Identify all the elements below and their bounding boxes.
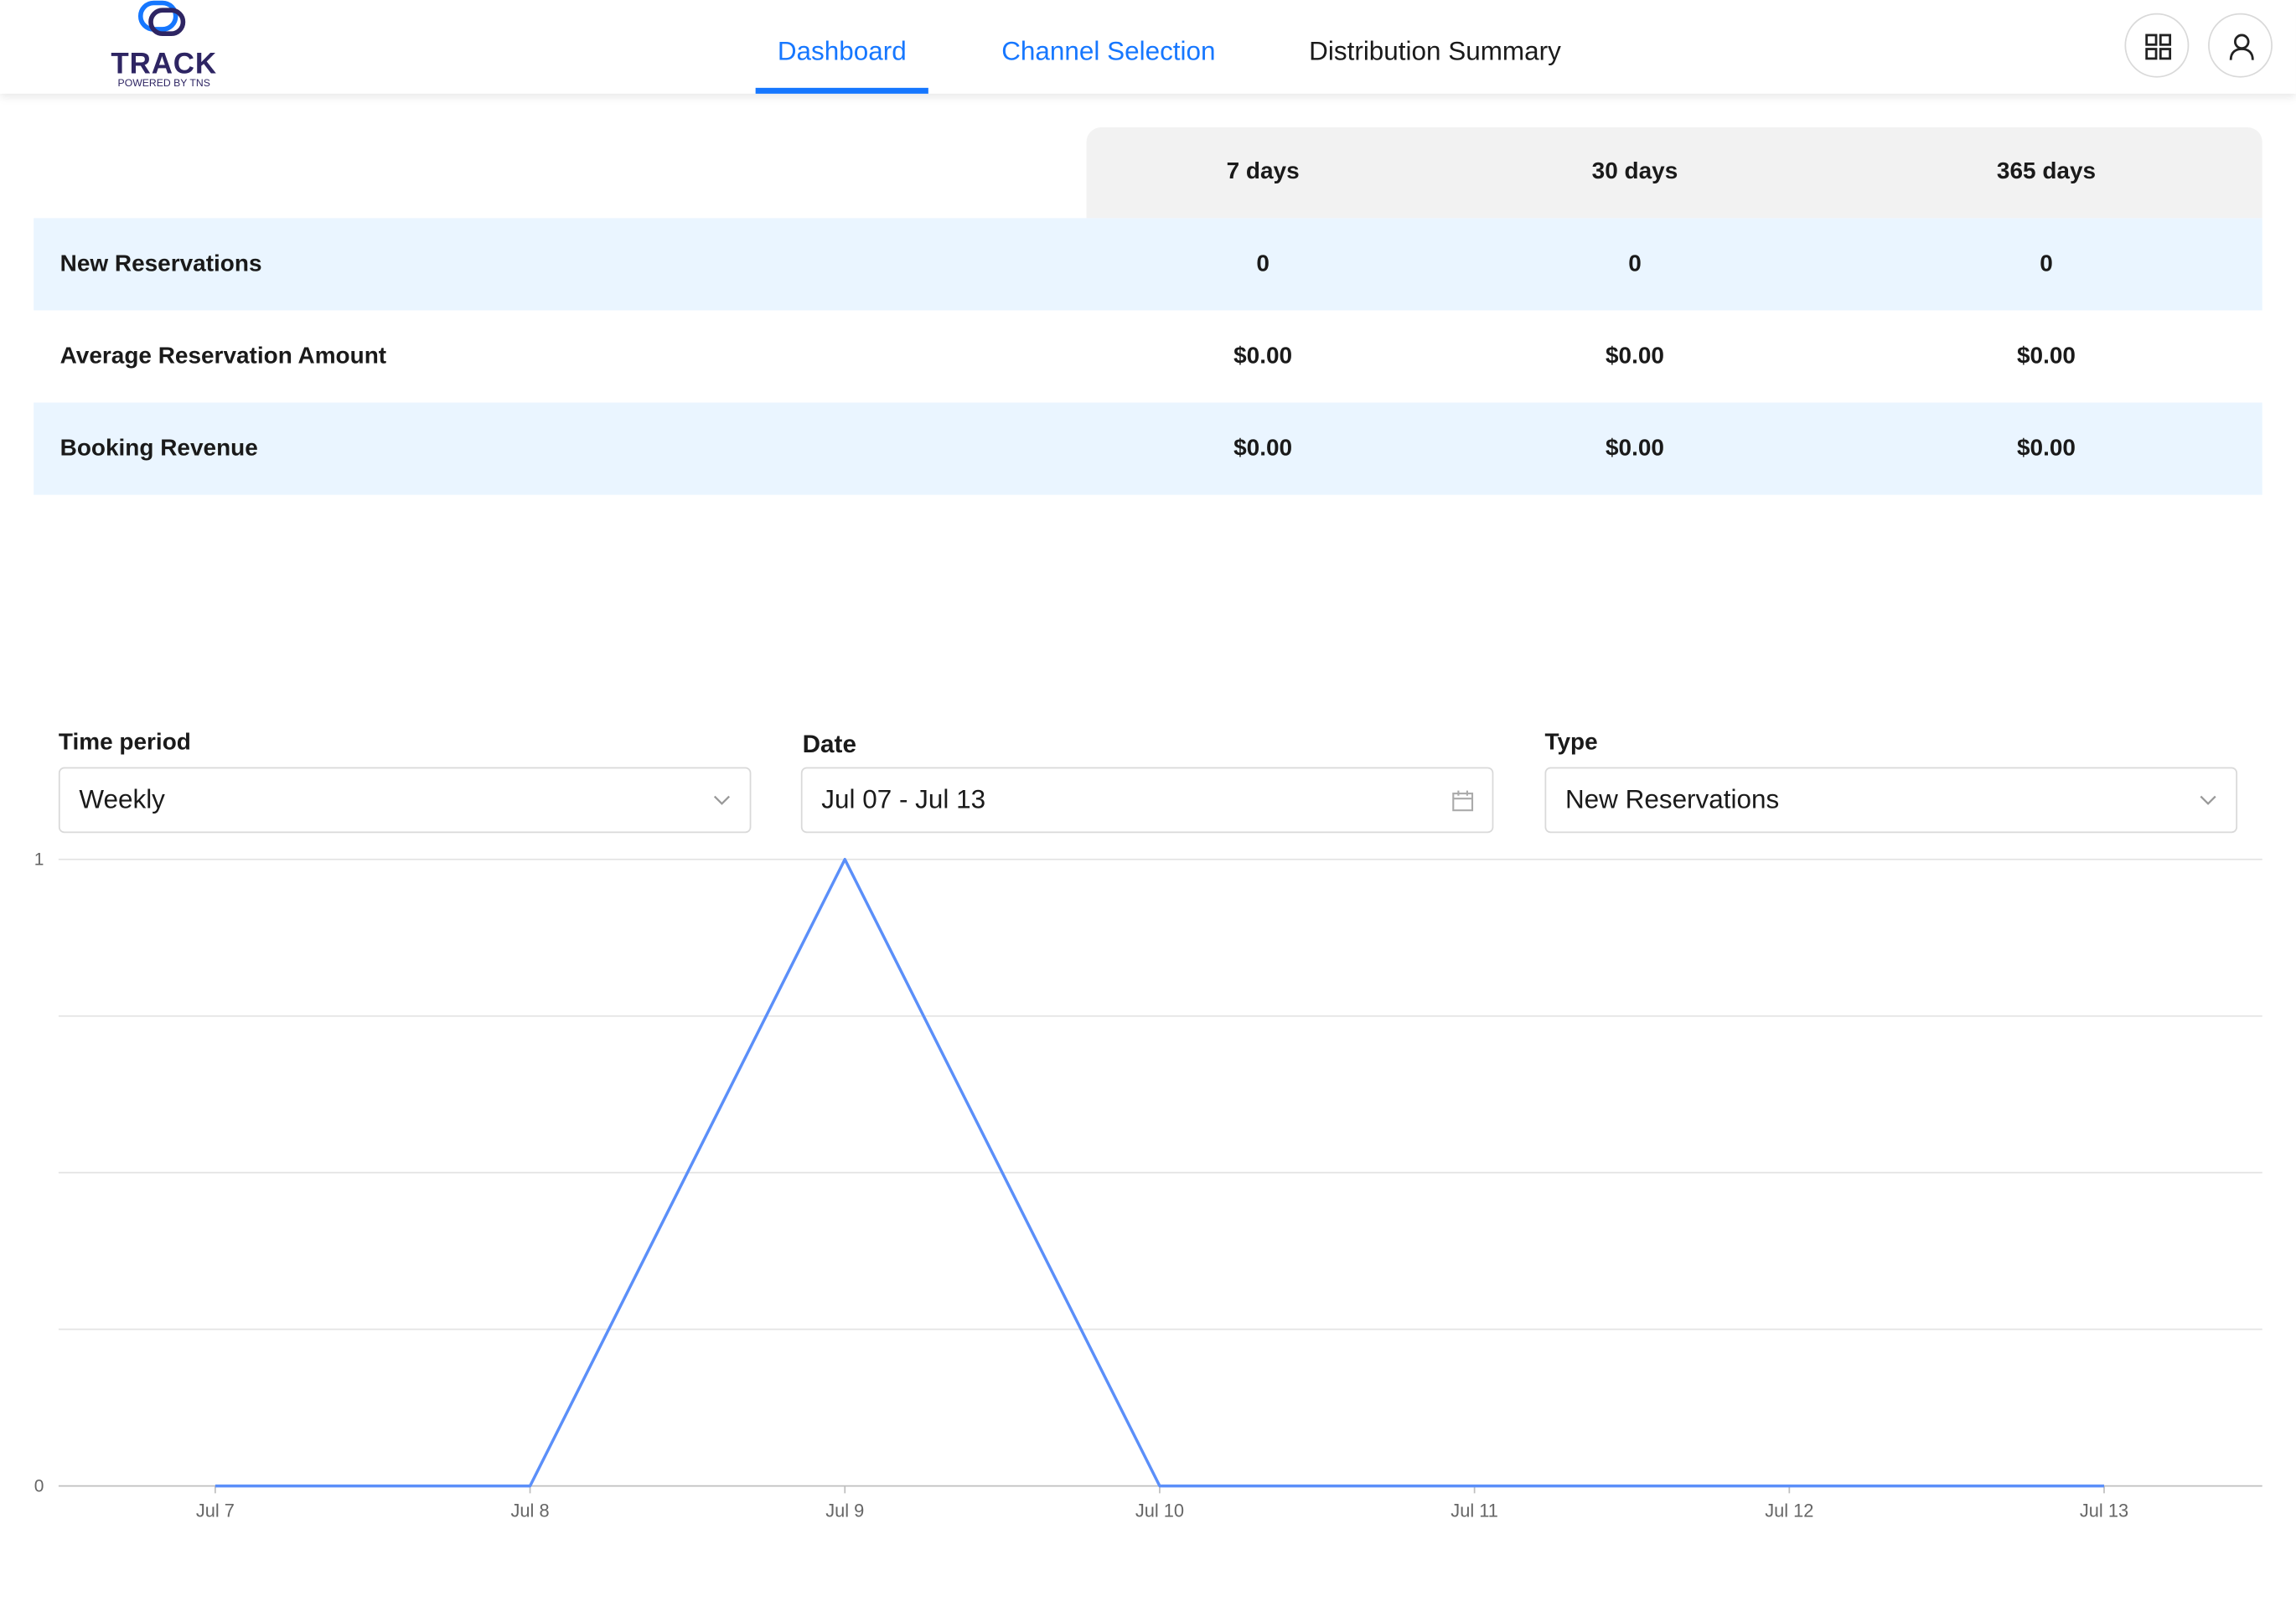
table-cell: 0	[1256, 251, 1270, 276]
brand-logo[interactable]: TRACK POWERED BY TNS	[106, 0, 223, 94]
summary-table-header: 7 days 30 days 365 days	[34, 127, 2262, 219]
table-row: Average Reservation Amount $0.00 $0.00 $…	[34, 310, 2262, 402]
account-button[interactable]	[2208, 13, 2273, 78]
column-header-365-days: 365 days	[1996, 159, 2097, 185]
time-period-select[interactable]: Weekly	[58, 767, 752, 834]
logo-icon	[137, 0, 186, 36]
tab-dashboard[interactable]: Dashboard	[755, 0, 928, 94]
tab-distribution-summary[interactable]: Distribution Summary	[1309, 0, 1561, 94]
x-tick-label: Jul 9	[825, 1500, 864, 1521]
type-select[interactable]: New Reservations	[1544, 767, 2238, 834]
x-tick-label: Jul 11	[1451, 1500, 1498, 1521]
type-label: Type	[1544, 730, 1598, 756]
time-period-label: Time period	[58, 730, 191, 756]
row-label-booking-revenue: Booking Revenue	[59, 435, 258, 461]
x-tick-label: Jul 8	[511, 1500, 550, 1521]
column-header-7-days: 7 days	[1226, 159, 1300, 185]
y-tick-label: 1	[34, 850, 44, 870]
time-period-value: Weekly	[79, 784, 165, 814]
summary-table: 7 days 30 days 365 days New Reservations…	[34, 127, 2262, 495]
apps-button[interactable]	[2124, 13, 2190, 78]
app-root: TRACK POWERED BY TNS Dashboard Channel S…	[0, 0, 2296, 1622]
x-tick-label: Jul 7	[196, 1500, 235, 1521]
date-label: Date	[802, 730, 856, 759]
y-tick-label: 0	[34, 1477, 44, 1496]
grid-icon	[2145, 34, 2172, 60]
brand-name: TRACK	[111, 48, 218, 81]
tab-channel-selection[interactable]: Channel Selection	[1001, 0, 1215, 94]
table-cell: $0.00	[1605, 435, 1664, 461]
table-cell: 0	[1628, 251, 1642, 276]
user-icon	[2229, 34, 2254, 60]
active-tab-indicator	[755, 87, 928, 94]
table-cell: $0.00	[1233, 343, 1293, 369]
table-cell: $0.00	[1605, 343, 1664, 369]
row-label-average-reservation-amount: Average Reservation Amount	[59, 343, 387, 369]
date-range-picker[interactable]: Jul 07 - Jul 13	[800, 767, 1494, 834]
x-tick-label: Jul 10	[1135, 1500, 1184, 1521]
row-label-new-reservations: New Reservations	[59, 251, 262, 276]
table-row: New Reservations 0 0 0	[34, 218, 2262, 311]
date-range-value: Jul 07 - Jul 13	[821, 784, 986, 814]
reservations-line-chart: 0 1 Jul 7 Jul 8 Jul 9 Jul 10 Jul 11 Jul 12 Jul 1…	[34, 850, 2262, 1521]
x-tick-label: Jul 12	[1765, 1500, 1813, 1521]
type-value: New Reservations	[1564, 784, 1780, 814]
calendar-icon	[1452, 790, 1474, 812]
table-cell: $0.00	[2016, 435, 2076, 461]
table-cell: $0.00	[2016, 343, 2076, 369]
x-tick-label: Jul 13	[2080, 1500, 2128, 1521]
chevron-down-icon	[2200, 795, 2216, 805]
column-header-30-days: 30 days	[1591, 159, 1678, 185]
top-navigation-bar: TRACK POWERED BY TNS Dashboard Channel S…	[0, 0, 2296, 94]
chevron-down-icon	[713, 795, 731, 805]
table-row: Booking Revenue $0.00 $0.00 $0.00	[34, 402, 2262, 495]
brand-tagline: POWERED BY TNS	[117, 79, 210, 90]
table-cell: $0.00	[1233, 435, 1293, 461]
tab-dashboard-label: Dashboard	[777, 36, 907, 66]
table-cell: 0	[2040, 251, 2053, 276]
